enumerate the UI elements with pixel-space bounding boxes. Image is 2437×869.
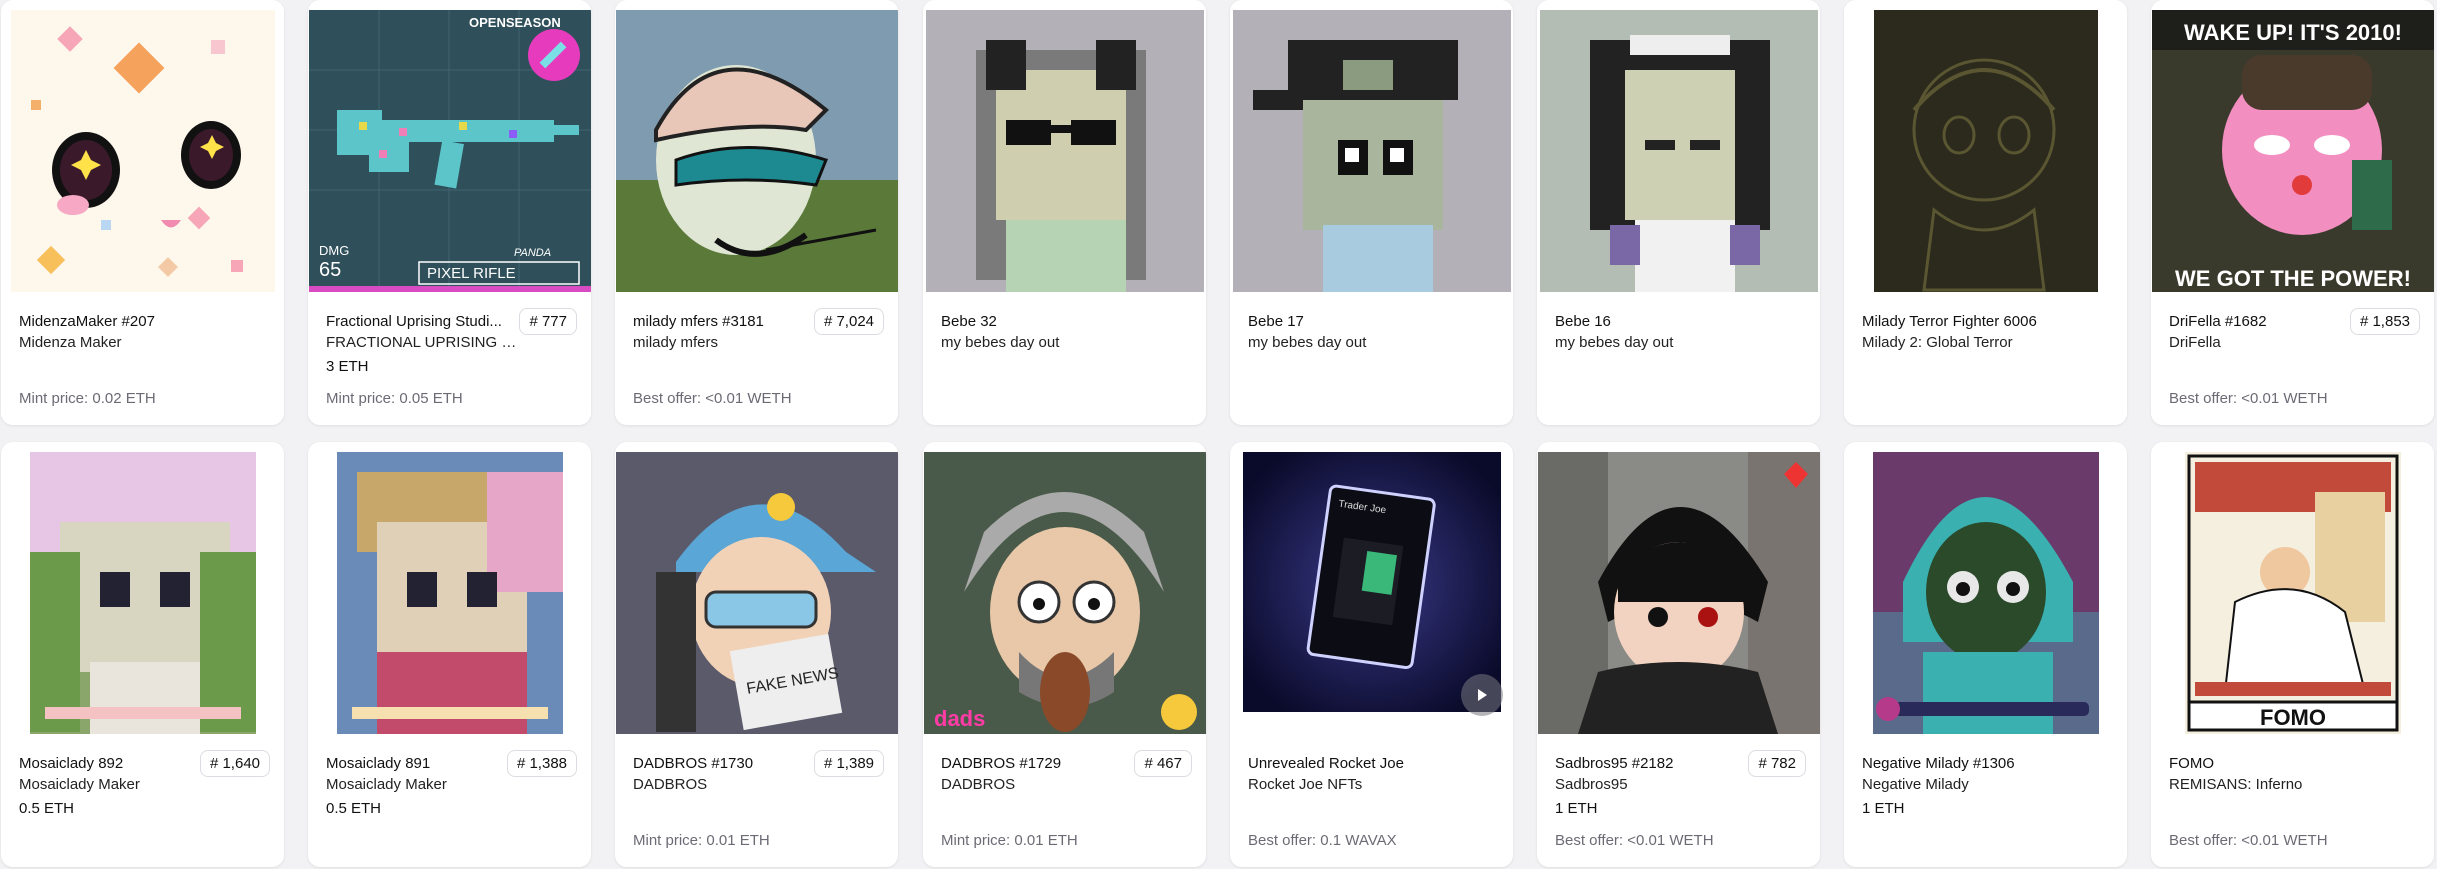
rifle-caption: PIXEL RIFLE	[427, 265, 516, 282]
mosaiclady-art	[308, 452, 591, 734]
nft-name: Negative Milady #1306	[1862, 755, 2015, 772]
nft-card-bebe-16[interactable]: Bebe 16 my bebes day out	[1537, 0, 1820, 425]
nft-card-mosaiclady-892[interactable]: Mosaiclady 892 Mosaiclady Maker 0.5 ETH …	[1, 442, 284, 867]
bebe-art	[1537, 10, 1820, 292]
collection-name: Milady 2: Global Terror	[1862, 334, 2013, 351]
bebe-art	[923, 10, 1206, 292]
drifella-art: WAKE UP! IT'S 2010! WE GOT THE POWER!	[2151, 10, 2434, 292]
play-icon	[1478, 689, 1487, 701]
best-offer: Best offer: <0.01 WETH	[2169, 832, 2328, 849]
mint-price: Mint price: 0.02 ETH	[19, 390, 156, 407]
list-price: 3 ETH	[326, 358, 369, 375]
mint-price: Mint price: 0.05 ETH	[326, 390, 463, 407]
nft-name: Bebe 16	[1555, 313, 1611, 330]
play-button[interactable]	[1461, 674, 1503, 716]
drifella-bottom-text: WE GOT THE POWER!	[2175, 266, 2411, 291]
collection-name: FRACTIONAL UPRISING ST...	[326, 334, 526, 351]
collection-name: Mosaiclady Maker	[19, 776, 140, 793]
collection-name: Negative Milady	[1862, 776, 1969, 793]
collection-name: DriFella	[2169, 334, 2221, 351]
nft-name: Sadbros95 #2182	[1555, 755, 1674, 772]
nft-name: Unrevealed Rocket Joe	[1248, 755, 1404, 772]
nft-card-bebe-17[interactable]: Bebe 17 my bebes day out	[1230, 0, 1513, 425]
rarity-rank-badge: # 1,640	[199, 750, 270, 777]
mint-price: Mint price: 0.01 ETH	[941, 832, 1078, 849]
collection-name: DADBROS	[941, 776, 1016, 793]
rarity-rank-badge: # 777	[519, 308, 577, 335]
nft-name: Fractional Uprising Studi...	[326, 313, 502, 330]
fomo-caption: FOMO	[2260, 705, 2326, 730]
nft-name: Mosaiclady 892	[19, 755, 124, 772]
rarity-rank-badge: # 1,853	[2349, 308, 2420, 335]
collection-name: DADBROS	[633, 776, 708, 793]
best-offer: Best offer: <0.01 WETH	[1555, 832, 1714, 849]
nft-card-dadbros-1730[interactable]: FAKE NEWS DADBROS #1730 DADBROS # 1,389 …	[615, 442, 898, 867]
nft-card-milady-mfers-3181[interactable]: milady mfers #3181 milady mfers # 7,024 …	[615, 0, 898, 425]
sadbros-art	[1537, 452, 1820, 734]
mint-price: Mint price: 0.01 ETH	[633, 832, 770, 849]
nft-card-sadbros95-2182[interactable]: Sadbros95 #2182 Sadbros95 1 ETH # 782 Be…	[1537, 442, 1820, 867]
nft-name: DriFella #1682	[2169, 313, 2267, 330]
nft-name: FOMO	[2169, 755, 2214, 772]
rifle-panda: PANDA	[514, 247, 551, 259]
list-price: 0.5 ETH	[326, 800, 382, 817]
nft-name: DADBROS #1729	[941, 755, 1062, 772]
collection-name: REMISANS: Inferno	[2169, 776, 2303, 793]
collection-name: Rocket Joe NFTs	[1248, 776, 1363, 793]
rifle-dmg-label: DMG	[319, 243, 349, 258]
nft-name: milady mfers #3181	[633, 313, 764, 330]
fomo-tarot-art: FOMO	[2151, 452, 2434, 734]
collection-name: Midenza Maker	[19, 334, 122, 351]
collection-name: milady mfers	[633, 334, 719, 351]
pixel-rifle-art: OPENSEASON DMG 65 PANDA PIXEL RIFLE	[308, 10, 591, 292]
nft-card-bebe-32[interactable]: Bebe 32 my bebes day out	[923, 0, 1206, 425]
nft-card-dadbros-1729[interactable]: dads DADBROS #1729 DADBROS # 467 Mint pr…	[923, 442, 1206, 867]
nft-name: DADBROS #1730	[633, 755, 754, 772]
rocket-joe-card-art: Trader Joe	[1230, 452, 1513, 712]
nft-card-mosaiclady-891[interactable]: Mosaiclady 891 Mosaiclady Maker 0.5 ETH …	[308, 442, 591, 867]
collection-name: my bebes day out	[941, 334, 1060, 351]
nft-name: Bebe 32	[941, 313, 997, 330]
drifella-top-text: WAKE UP! IT'S 2010!	[2184, 20, 2402, 45]
bebe-art	[1230, 10, 1513, 292]
list-price: 1 ETH	[1555, 800, 1598, 817]
nft-grid: MidenzaMaker #207 Midenza Maker Mint pri…	[0, 0, 2437, 869]
collection-name: Mosaiclady Maker	[326, 776, 447, 793]
best-offer: Best offer: <0.01 WETH	[633, 390, 792, 407]
rarity-rank-badge: # 7,024	[813, 308, 884, 335]
collection-name: my bebes day out	[1248, 334, 1367, 351]
collection-name: Sadbros95	[1555, 776, 1628, 793]
nft-card-milady-terror-fighter[interactable]: Milady Terror Fighter 6006 Milady 2: Glo…	[1844, 0, 2127, 425]
collection-name: my bebes day out	[1555, 334, 1674, 351]
dadbros-art: FAKE NEWS	[615, 452, 898, 734]
rifle-dmg-value: 65	[319, 259, 341, 281]
rifle-brand-text: OPENSEASON	[469, 15, 561, 30]
best-offer: Best offer: <0.01 WETH	[2169, 390, 2328, 407]
nft-card-negative-milady-1306[interactable]: Negative Milady #1306 Negative Milady 1 …	[1844, 442, 2127, 867]
nft-card-fomo[interactable]: FOMO FOMO REMISANS: Inferno Best offer: …	[2151, 442, 2434, 867]
rarity-rank-badge: # 782	[1748, 750, 1806, 777]
rarity-rank-badge: # 467	[1134, 750, 1192, 777]
milady-mfer-art	[615, 10, 898, 292]
dadbros-art: dads	[923, 452, 1206, 734]
list-price: 0.5 ETH	[19, 800, 75, 817]
nft-card-midenza-207[interactable]: MidenzaMaker #207 Midenza Maker Mint pri…	[1, 0, 284, 425]
dads-logo: dads	[934, 706, 985, 731]
nft-name: Milady Terror Fighter 6006	[1862, 313, 2037, 330]
best-offer: Best offer: 0.1 WAVAX	[1248, 832, 1397, 849]
nft-card-unrevealed-rocket-joe[interactable]: Trader Joe Unrevealed Rocket Joe Rocket …	[1230, 442, 1513, 867]
nft-card-fractional-uprising[interactable]: OPENSEASON DMG 65 PANDA PIXEL RIFLE Frac…	[308, 0, 591, 425]
rarity-rank-badge: # 1,389	[813, 750, 884, 777]
terror-fighter-art	[1844, 10, 2127, 292]
mosaiclady-art	[1, 452, 284, 734]
list-price: 1 ETH	[1862, 800, 1905, 817]
negative-milady-art	[1844, 452, 2127, 734]
nft-name: Mosaiclady 891	[326, 755, 431, 772]
rarity-rank-badge: # 1,388	[506, 750, 577, 777]
nft-name: Bebe 17	[1248, 313, 1304, 330]
nft-card-drifella-1682[interactable]: WAKE UP! IT'S 2010! WE GOT THE POWER! Dr…	[2151, 0, 2434, 425]
nft-name: MidenzaMaker #207	[19, 313, 155, 330]
midenza-art	[1, 10, 284, 292]
